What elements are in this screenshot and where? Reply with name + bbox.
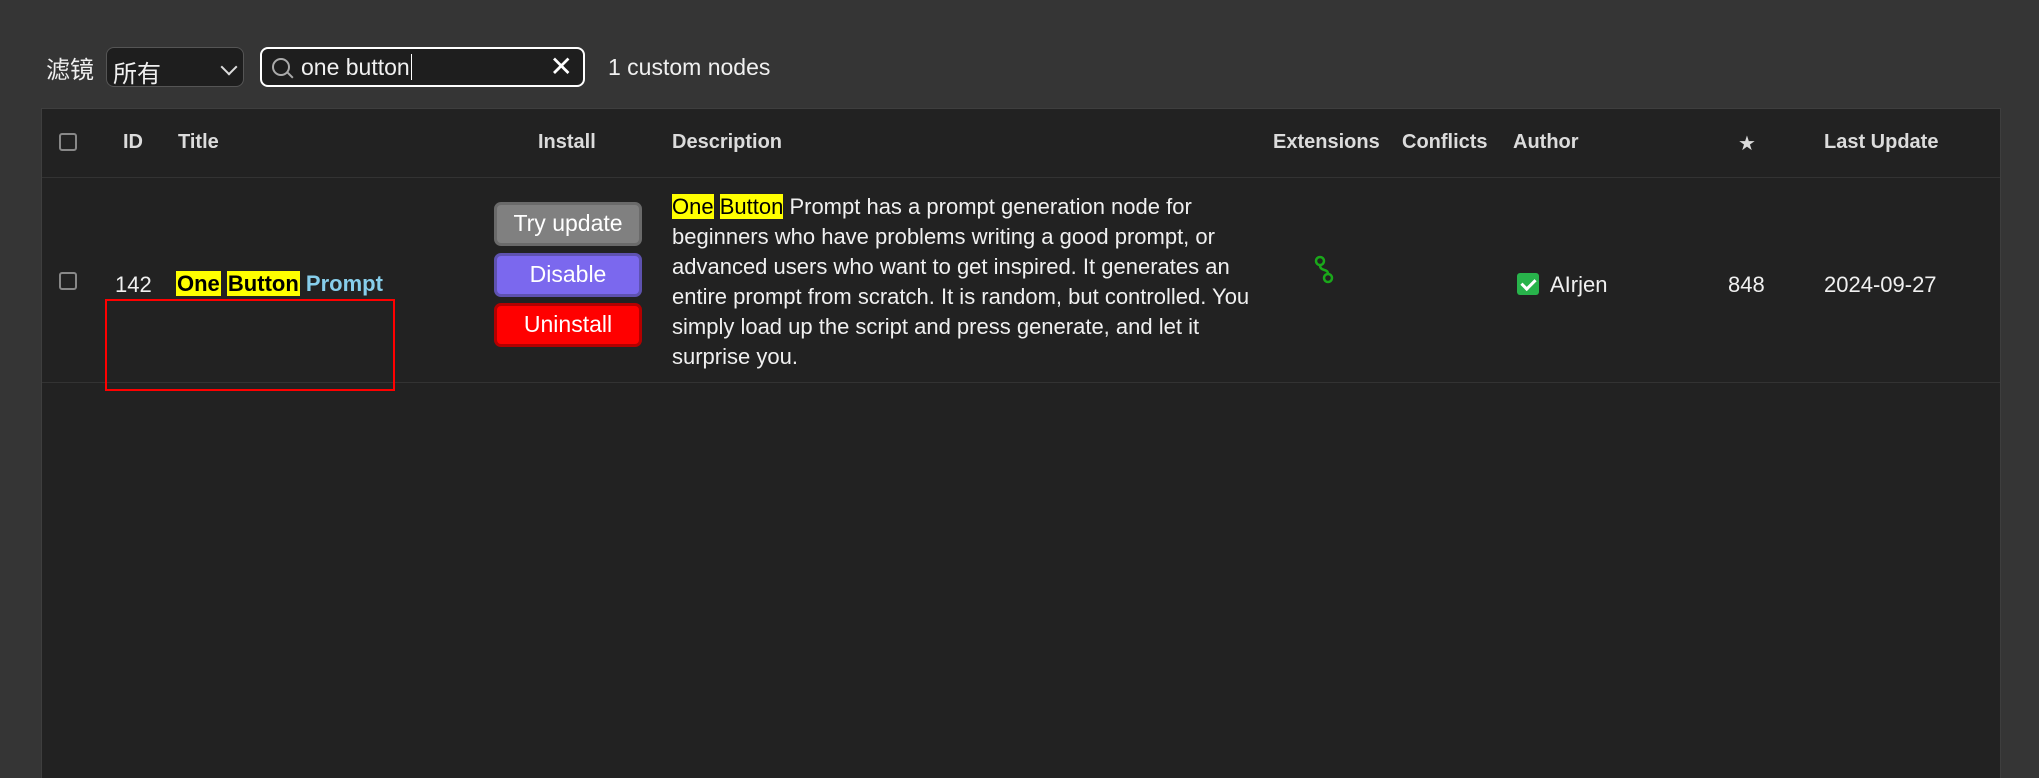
result-count: 1 custom nodes <box>608 54 771 80</box>
header-id[interactable]: ID <box>123 131 143 154</box>
node-graph-icon[interactable] <box>1312 254 1336 286</box>
filter-select[interactable]: 所有 <box>106 47 244 88</box>
header-description[interactable]: Description <box>672 131 782 154</box>
description-match-one: One <box>672 194 714 219</box>
header-conflicts[interactable]: Conflicts <box>1402 131 1488 154</box>
toolbar: 滤镜 所有 one button ✕ 1 custom nodes <box>0 0 2039 108</box>
table-row: 142 One Button Prompt Try update Disable… <box>42 178 2000 391</box>
row-id: 142 <box>115 272 152 297</box>
clear-search-icon[interactable]: ✕ <box>550 51 573 83</box>
node-description: One Button Prompt has a prompt generatio… <box>672 192 1272 372</box>
uninstall-button[interactable]: Uninstall <box>494 303 642 347</box>
search-icon <box>272 58 290 76</box>
description-text: Prompt has a prompt generation node for … <box>672 194 1250 369</box>
header-title[interactable]: Title <box>178 131 219 154</box>
header-install[interactable]: Install <box>538 131 596 154</box>
header-stars[interactable]: ★ <box>1738 131 1756 156</box>
select-all-checkbox[interactable] <box>59 133 77 151</box>
row-checkbox[interactable] <box>59 272 77 290</box>
selection-highlight-box <box>105 299 395 391</box>
search-value: one button <box>301 54 412 80</box>
header-author[interactable]: Author <box>1513 131 1579 154</box>
row-last-update: 2024-09-27 <box>1824 272 1937 297</box>
header-last-update[interactable]: Last Update <box>1824 131 1938 154</box>
author-checkmark-icon <box>1517 273 1539 295</box>
custom-nodes-table: ID Title Install Description Extensions … <box>41 108 2001 778</box>
title-match-one: One <box>176 271 221 296</box>
row-author[interactable]: AIrjen <box>1550 272 1607 298</box>
search-input[interactable]: one button ✕ <box>260 47 585 87</box>
table-header: ID Title Install Description Extensions … <box>42 109 2000 178</box>
title-match-button: Button <box>226 271 300 296</box>
header-extensions[interactable]: Extensions <box>1273 131 1380 154</box>
try-update-button[interactable]: Try update <box>494 202 642 246</box>
filter-selected-value: 所有 <box>113 61 161 88</box>
description-match-button: Button <box>719 194 784 219</box>
node-title-link[interactable]: One Button Prompt <box>176 271 383 297</box>
disable-button[interactable]: Disable <box>494 253 642 297</box>
filter-label: 滤镜 <box>46 57 94 84</box>
title-rest: Prompt <box>305 271 383 296</box>
row-stars: 848 <box>1728 272 1765 297</box>
chevron-down-icon <box>220 58 238 76</box>
